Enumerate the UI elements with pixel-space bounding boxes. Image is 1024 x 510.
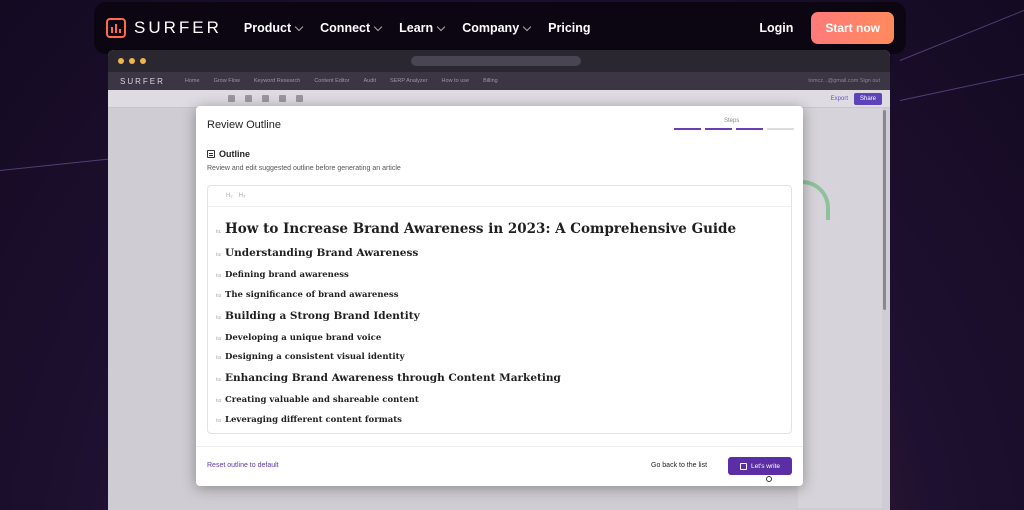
outline-editor[interactable]: H₂ H₃ h1 How to Increase Brand Awareness… [207,185,792,434]
nav-product[interactable]: Product [244,21,304,35]
heading-level-tag: h3 [215,336,221,341]
outline-heading-h3[interactable]: h3 Leveraging different content formats [208,415,402,425]
outline-heading-h2[interactable]: h2 Building a Strong Brand Identity [208,310,420,322]
list-icon [296,95,303,102]
surfer-logo[interactable]: SURFER [106,18,222,38]
chevron-down-icon [522,22,532,31]
heading-level-tag: h3 [215,293,221,298]
heading-text: Creating valuable and shareable content [225,395,419,405]
background-line [899,70,1024,101]
heading-level-tag: h2 [215,315,221,320]
app-nav-item: Audit [363,78,377,84]
step-indicator [767,128,794,130]
outline-label: Outline [219,149,250,159]
write-icon [739,462,747,470]
heading-2-tool[interactable]: H₂ [226,193,233,199]
app-nav-item: Grow Flow [213,78,240,84]
heading-level-tag: h3 [215,355,221,360]
lets-write-label: Let's write [750,462,781,470]
outline-heading-h3[interactable]: h3 The significance of brand awareness [208,290,399,300]
steps-progress [674,128,794,130]
chevron-down-icon [373,22,383,31]
window-dot [140,58,146,64]
steps-label: Steps [724,118,740,124]
surfer-logo-icon [106,18,126,38]
mouse-cursor-icon [766,476,772,482]
share-button: Share [853,92,882,105]
lets-write-button[interactable]: Let's write [728,457,792,475]
go-back-button[interactable]: Go back to the list [651,462,707,469]
app-nav-item: How to use [441,78,470,84]
italic-icon [245,95,252,102]
window-dot [118,58,124,64]
step-indicator [736,128,763,130]
app-nav-item: Home [184,78,200,84]
reset-outline-link[interactable]: Reset outline to default [207,462,279,469]
heading-text: Enhancing Brand Awareness through Conten… [225,372,561,384]
app-logo: SURFER [120,76,165,86]
outline-description: Review and edit suggested outline before… [207,165,401,172]
heading-3-tool[interactable]: H₃ [239,193,246,199]
outline-heading-h2[interactable]: h2 Understanding Brand Awareness [208,247,418,259]
chevron-down-icon [294,22,304,31]
review-outline-modal: Review Outline Steps Outline Review and … [196,106,803,486]
url-bar [411,56,581,66]
browser-bar [108,50,890,72]
background-line [899,7,1024,61]
outline-heading-h3[interactable]: h3 Creating valuable and shareable conte… [208,395,419,405]
step-indicator [705,128,732,130]
heading-text: Building a Strong Brand Identity [225,310,420,322]
outline-heading-h3[interactable]: h3 Developing a unique brand voice [208,333,381,343]
link-icon [279,95,286,102]
nav-learn[interactable]: Learn [399,21,446,35]
app-nav: SURFER Home Grow Flow Keyword Research C… [108,72,890,90]
outline-header: Outline [207,149,250,159]
heading-level-tag: h3 [215,418,221,423]
nav-connect[interactable]: Connect [320,21,383,35]
heading-text: Developing a unique brand voice [225,333,382,343]
modal-footer-divider [196,446,803,447]
heading-level-tag: h1 [215,229,221,234]
export-link: Export [830,95,848,102]
heading-level-tag: h2 [215,252,221,257]
outline-heading-h2[interactable]: h2 Enhancing Brand Awareness through Con… [208,372,561,384]
heading-text: Leveraging different content formats [225,415,402,425]
outline-heading-h1[interactable]: h1 How to Increase Brand Awareness in 20… [208,221,736,237]
outline-heading-h3[interactable]: h3 Defining brand awareness [208,270,349,280]
heading-text: Designing a consistent visual identity [225,352,405,362]
heading-text: How to Increase Brand Awareness in 2023:… [225,221,737,237]
heading-text: Defining brand awareness [225,270,349,280]
app-nav-item: Content Editor [314,78,350,84]
app-nav-item: Billing [483,78,498,84]
top-navigation: SURFER Product Connect Learn Company Pri… [94,2,906,54]
chevron-down-icon [436,22,446,31]
modal-title: Review Outline [207,119,281,131]
underline-icon [262,95,269,102]
heading-text: The significance of brand awareness [225,290,399,300]
heading-level-tag: h3 [215,273,221,278]
window-dot [129,58,135,64]
outline-editor-toolbar: H₂ H₃ [208,186,791,207]
logo-text: SURFER [134,18,222,37]
bold-icon [228,95,235,102]
step-indicator [674,128,701,130]
outline-heading-h3[interactable]: h3 Designing a consistent visual identit… [208,352,405,362]
heading-text: Understanding Brand Awareness [225,247,419,259]
login-link[interactable]: Login [759,21,793,35]
right-panel-background [798,108,882,508]
app-nav-item: Keyword Research [253,78,301,84]
start-now-button[interactable]: Start now [811,12,894,44]
nav-company[interactable]: Company [462,21,532,35]
app-nav-item: SERP Analyzer [390,78,428,84]
background-line [0,158,110,171]
app-user: tomcz...@gmail.com Sign out [808,78,880,84]
outline-icon [207,150,215,158]
heading-level-tag: h3 [215,398,221,403]
scrollbar [883,110,886,310]
nav-pricing[interactable]: Pricing [548,21,590,35]
heading-level-tag: h2 [215,377,221,382]
